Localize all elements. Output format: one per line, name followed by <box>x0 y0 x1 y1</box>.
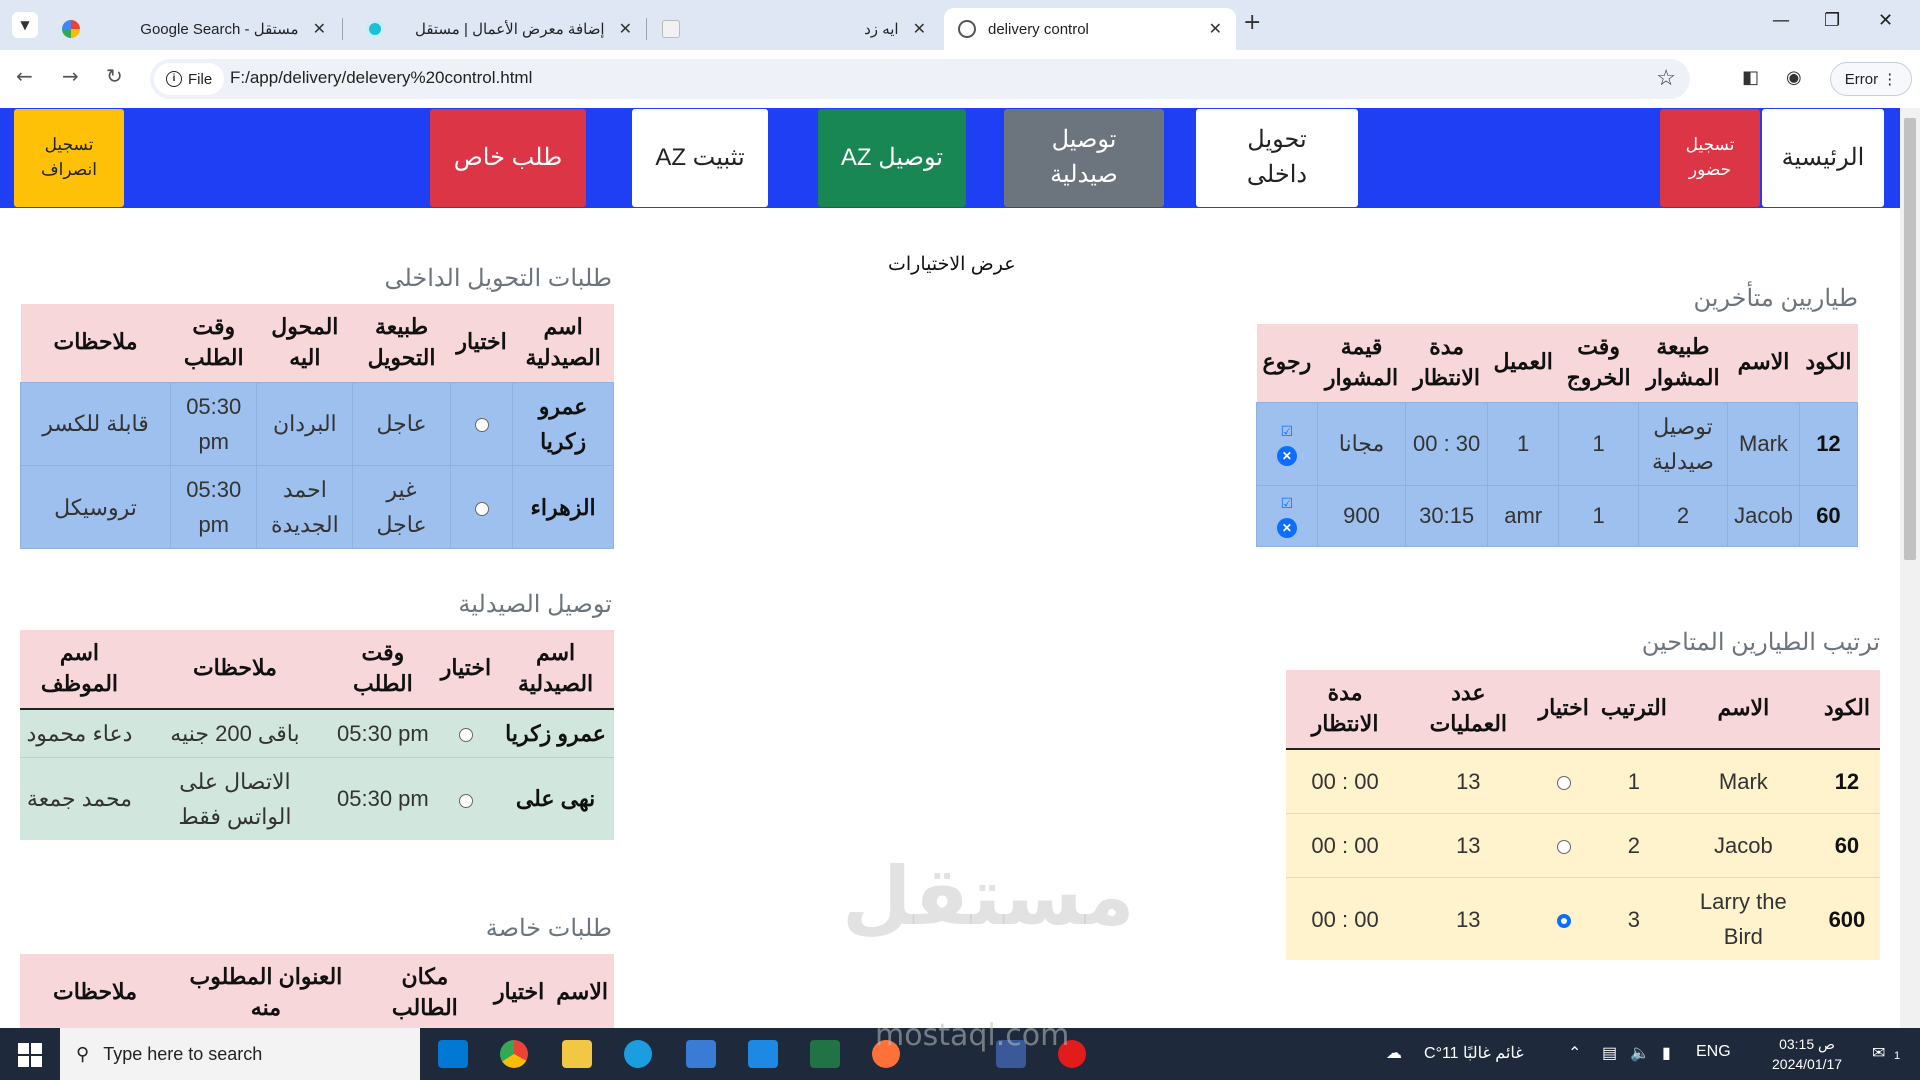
reload-icon[interactable]: ↻ <box>106 64 123 88</box>
weather-icon[interactable]: ☁ <box>1386 1043 1402 1063</box>
nav-checkin-button[interactable]: تسجيل حضور <box>1660 109 1760 207</box>
select-radio[interactable] <box>1556 913 1571 928</box>
browser-tabbar: ▼ Google Search - مستقل ✕ إضافة معرض الأ… <box>0 0 1920 50</box>
search-icon: ⚲ <box>76 1043 90 1064</box>
side-panel-icon[interactable]: ◧ <box>1742 67 1759 88</box>
table-row: 60 Jacob 2 13 00 : 00 <box>1286 812 1880 878</box>
special-requests-title: طلبات خاصة <box>485 915 612 942</box>
cancel-x-icon[interactable]: ✕ <box>1276 517 1297 538</box>
available-pilots-title: ترتيب الطيارين المتاحين <box>1641 629 1880 656</box>
table-row: عمرو زكريا 05:30 pm باقى 200 جنيه دعاء م… <box>20 708 614 758</box>
mostaql-favicon <box>366 20 384 38</box>
watermark-url: mostaql.com <box>875 1018 1070 1053</box>
table-row: 600 Larry the Bird 3 13 00 : 00 <box>1286 876 1880 961</box>
nav-az-delivery-button[interactable]: توصيل AZ <box>818 109 966 207</box>
table-row: عمرو زكريا عاجل البردان 05:30 pm قابلة ل… <box>20 381 614 466</box>
select-radio[interactable] <box>458 793 473 808</box>
window-close-icon[interactable]: ✕ <box>1878 10 1893 31</box>
table-row: 12 Mark 1 13 00 : 00 <box>1286 748 1880 814</box>
excel-icon[interactable] <box>810 1040 840 1068</box>
nav-home-button[interactable]: الرئيسية <box>1762 109 1884 207</box>
select-radio[interactable] <box>1556 839 1571 854</box>
internal-requests-title: طلبات التحويل الداخلى <box>384 265 612 292</box>
tab-portfolio[interactable]: إضافة معرض الأعمال | مستقل ✕ <box>352 8 646 50</box>
table-row: نهى على 05:30 pm الاتصال على الواتس فقط … <box>20 756 614 841</box>
tab-search-dropdown[interactable]: ▼ <box>12 12 38 38</box>
nav-internal-transfer-button[interactable]: تحويل داخلى <box>1196 109 1358 207</box>
page-favicon <box>662 20 680 38</box>
back-icon[interactable]: ← <box>16 64 33 88</box>
weather-text: غائم غالبًا 11°C <box>1424 1045 1524 1062</box>
url-text[interactable]: F:/app/delivery/delevery%20control.html <box>230 68 532 88</box>
available-pilots-table: الكود الاسم الترتيب اختيار عدد العمليات … <box>1286 670 1880 961</box>
chrome-icon[interactable] <box>500 1040 528 1068</box>
network-icon[interactable]: ▤ <box>1602 1043 1617 1063</box>
edge-icon[interactable] <box>624 1040 652 1068</box>
tab-title: delivery control <box>988 20 1089 38</box>
check-square-icon[interactable]: ☑ <box>1278 422 1296 440</box>
table-row: 12 Mark توصيل صيدلية 1 1 00 : 30 مجانا ☑… <box>1256 401 1859 486</box>
watermark-logo: مستقل <box>842 850 1135 943</box>
nav-az-install-button[interactable]: تثبيت AZ <box>632 109 768 207</box>
close-icon[interactable]: ✕ <box>619 19 632 39</box>
tab-title: إضافة معرض الأعمال | مستقل <box>414 21 605 38</box>
windows-start-icon[interactable] <box>18 1043 42 1067</box>
return-actions: ☑ ✕ <box>1256 484 1318 547</box>
tab-google-search[interactable]: Google Search - مستقل ✕ <box>48 8 340 50</box>
tab-title: Google Search - مستقل <box>140 21 299 38</box>
taskbar-search[interactable]: ⚲ Type here to search <box>60 1028 420 1080</box>
minimize-icon[interactable]: — <box>1772 10 1790 31</box>
vscode-icon[interactable] <box>438 1040 468 1068</box>
new-tab-icon[interactable]: + <box>1243 10 1261 35</box>
nav-pharmacy-delivery-button[interactable]: توصيل صيدلية <box>1004 109 1164 207</box>
profile-avatar[interactable]: ◉ <box>1786 67 1802 88</box>
scrollbar-thumb[interactable] <box>1904 118 1916 560</box>
pharmacy-delivery-title: توصيل الصيدلية <box>458 591 612 618</box>
site-info-chip[interactable]: i File <box>154 63 225 95</box>
tab-title: ايه زد <box>864 21 899 38</box>
bookmark-star-icon[interactable]: ☆ <box>1656 65 1676 91</box>
tray-chevron-icon[interactable]: ⌃ <box>1568 1043 1581 1063</box>
select-radio[interactable] <box>458 727 473 742</box>
google-favicon <box>62 20 80 38</box>
select-radio[interactable] <box>474 501 489 516</box>
pharmacy-delivery-table: اسم الصيدلية اختيار وقت الطلب ملاحظات اس… <box>20 630 614 841</box>
forward-icon[interactable]: → <box>62 64 79 88</box>
select-radio[interactable] <box>474 418 489 433</box>
clock[interactable]: 03:15 ص 2024/01/17 <box>1772 1034 1842 1074</box>
nav-checkout-button[interactable]: تسجيل انصراف <box>14 109 124 207</box>
late-pilots-table: الكود الاسم طبيعة المشوار وقت الخروج الع… <box>1256 324 1859 547</box>
table-row: 60 Jacob 2 1 amr 30:15 900 ☑ ✕ <box>1256 484 1859 547</box>
address-bar[interactable]: i File F:/app/delivery/delevery%20contro… <box>150 59 1690 99</box>
store-icon[interactable] <box>686 1040 716 1068</box>
globe-icon <box>958 20 976 38</box>
check-square-icon[interactable]: ☑ <box>1278 494 1296 512</box>
top-navbar: الرئيسية تسجيل حضور تحويل داخلى توصيل صي… <box>0 108 1900 208</box>
show-selections-text: عرض الاختيارات <box>888 254 1016 275</box>
tab-delivery-control[interactable]: delivery control ✕ <box>944 8 1236 50</box>
internal-requests-table: اسم الصيدلية اختيار طبيعة التحويل المحول… <box>20 304 614 550</box>
close-icon[interactable]: ✕ <box>913 19 926 39</box>
close-icon[interactable]: ✕ <box>313 19 326 39</box>
maximize-icon[interactable]: ❐ <box>1824 10 1840 31</box>
special-requests-table: الاسم اختيار مكان الطالب العنوان المطلوب… <box>20 954 614 1028</box>
info-icon: i <box>166 71 182 87</box>
tab-az[interactable]: ايه زد ✕ <box>648 8 940 50</box>
notifications-icon[interactable]: ✉ <box>1872 1043 1885 1063</box>
battery-icon[interactable]: ▮ <box>1662 1043 1671 1063</box>
cancel-x-icon[interactable]: ✕ <box>1276 445 1297 466</box>
nav-special-request-button[interactable]: طلب خاص <box>430 109 586 207</box>
file-explorer-icon[interactable] <box>562 1040 592 1068</box>
close-icon[interactable]: ✕ <box>1209 19 1222 39</box>
return-actions: ☑ ✕ <box>1256 401 1318 486</box>
notification-count: 1 <box>1894 1050 1901 1062</box>
late-pilots-title: طياريين متأخرين <box>1693 285 1858 312</box>
table-row: الزهراء غير عاجل احمد الجديدة 05:30 pm ت… <box>20 464 614 550</box>
error-chip[interactable]: Error ⋮ <box>1830 62 1912 96</box>
select-radio[interactable] <box>1556 775 1571 790</box>
mail-icon[interactable] <box>748 1040 778 1068</box>
language-indicator[interactable]: ENG <box>1696 1043 1731 1061</box>
page-scrollbar[interactable] <box>1900 108 1920 1028</box>
volume-icon[interactable]: 🔈 <box>1630 1043 1650 1063</box>
